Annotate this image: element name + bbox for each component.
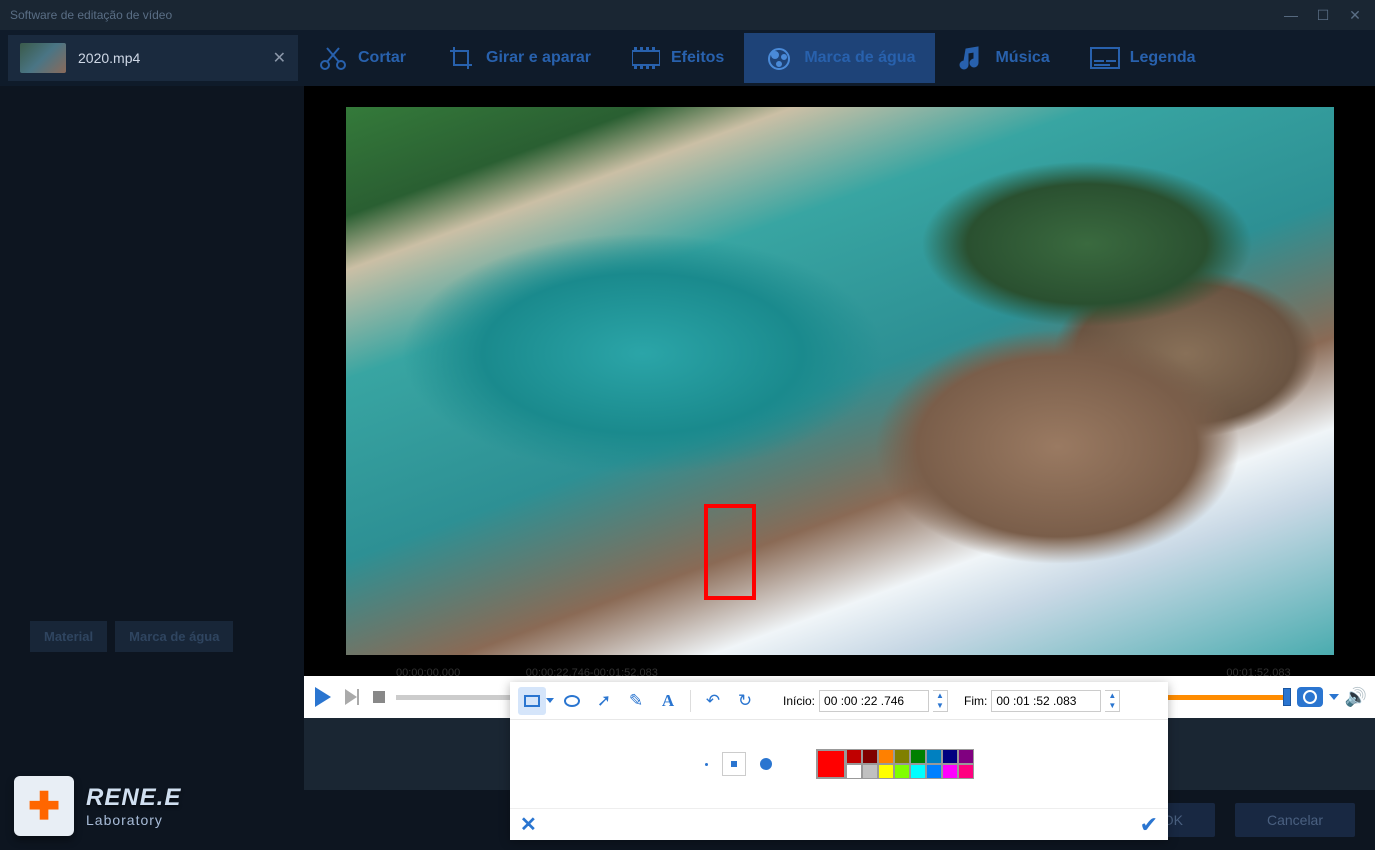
volume-icon[interactable]: 🔊 bbox=[1345, 687, 1367, 708]
tool-effects[interactable]: Efeitos bbox=[611, 33, 744, 83]
size-large[interactable] bbox=[760, 758, 772, 770]
start-time-input[interactable] bbox=[819, 690, 929, 712]
dropdown-icon[interactable] bbox=[546, 698, 554, 703]
maximize-icon[interactable]: ☐ bbox=[1313, 7, 1333, 24]
color-swatch[interactable] bbox=[894, 749, 910, 764]
tool-rotate[interactable]: Girar e aparar bbox=[426, 33, 611, 83]
color-swatch[interactable] bbox=[910, 764, 926, 779]
cancel-button[interactable]: Cancelar bbox=[1235, 803, 1355, 837]
color-swatch[interactable] bbox=[942, 764, 958, 779]
time-end: 00:01:52.083 bbox=[1226, 667, 1290, 679]
color-swatch[interactable] bbox=[942, 749, 958, 764]
minimize-icon[interactable]: — bbox=[1281, 7, 1301, 24]
tool-label: Marca de água bbox=[804, 49, 915, 67]
color-swatch[interactable] bbox=[910, 749, 926, 764]
file-close-icon[interactable]: ✕ bbox=[273, 48, 286, 68]
color-swatch[interactable] bbox=[894, 764, 910, 779]
start-up-icon[interactable]: ▲ bbox=[933, 691, 947, 701]
close-icon[interactable]: ✕ bbox=[1345, 7, 1365, 24]
size-preview[interactable] bbox=[722, 752, 746, 776]
start-down-icon[interactable]: ▼ bbox=[933, 701, 947, 711]
time-start: 00:00:00.000 bbox=[396, 667, 460, 679]
film-icon bbox=[631, 44, 661, 72]
watermark-icon bbox=[764, 44, 794, 72]
brand-name: RENE.E bbox=[86, 784, 181, 812]
editor-cancel-icon[interactable]: ✕ bbox=[520, 812, 537, 837]
redo-icon[interactable]: ↻ bbox=[731, 687, 759, 715]
rect-tool[interactable] bbox=[518, 687, 546, 715]
color-swatch[interactable] bbox=[846, 764, 862, 779]
tools-bar: Cortar Girar e aparar Efeitos Marca de á… bbox=[298, 30, 1375, 86]
stop-button[interactable] bbox=[368, 686, 390, 708]
color-swatch[interactable] bbox=[958, 749, 974, 764]
file-tab[interactable]: 2020.mp4 ✕ bbox=[8, 35, 298, 81]
tool-label: Efeitos bbox=[671, 49, 724, 67]
next-button[interactable] bbox=[340, 686, 362, 708]
text-tool[interactable]: A bbox=[654, 687, 682, 715]
crop-icon bbox=[446, 44, 476, 72]
title-bar: Software de editação de vídeo — ☐ ✕ bbox=[0, 0, 1375, 30]
end-up-icon[interactable]: ▲ bbox=[1105, 691, 1119, 701]
arrow-tool[interactable]: ➚ bbox=[590, 687, 618, 715]
tool-subtitle[interactable]: Legenda bbox=[1070, 33, 1216, 83]
color-swatch[interactable] bbox=[926, 749, 942, 764]
tool-label: Legenda bbox=[1130, 49, 1196, 67]
start-label: Início: bbox=[783, 694, 815, 708]
sidebar-tab-material[interactable]: Material bbox=[30, 621, 107, 652]
brand-sub: Laboratory bbox=[86, 812, 181, 828]
color-swatch[interactable] bbox=[926, 764, 942, 779]
tool-label: Música bbox=[995, 49, 1049, 67]
range-end-handle[interactable] bbox=[1283, 688, 1291, 706]
subtitle-icon bbox=[1090, 44, 1120, 72]
tool-label: Girar e aparar bbox=[486, 49, 591, 67]
editor-confirm-icon[interactable]: ✔ bbox=[1140, 812, 1158, 838]
watermark-editor: ➚ ✎ A ↶ ↻ Início: ▲▼ Fim: ▲▼ bbox=[510, 682, 1168, 840]
end-time-input[interactable] bbox=[991, 690, 1101, 712]
current-color[interactable] bbox=[816, 749, 846, 779]
video-preview[interactable] bbox=[304, 86, 1375, 676]
music-icon bbox=[955, 44, 985, 72]
top-bar: 2020.mp4 ✕ Cortar Girar e aparar Efeitos bbox=[0, 30, 1375, 86]
window-title: Software de editação de vídeo bbox=[10, 8, 172, 22]
watermark-selection-box[interactable] bbox=[704, 504, 756, 600]
tool-watermark[interactable]: Marca de água bbox=[744, 33, 935, 83]
color-swatch[interactable] bbox=[878, 764, 894, 779]
brand-logo: ✚ RENE.E Laboratory bbox=[0, 762, 304, 850]
end-label: Fim: bbox=[964, 694, 987, 708]
time-range: 00:00:22.746-00:01:52.083 bbox=[526, 667, 658, 679]
snapshot-icon[interactable] bbox=[1297, 687, 1323, 707]
tool-cut[interactable]: Cortar bbox=[298, 33, 426, 83]
end-down-icon[interactable]: ▼ bbox=[1105, 701, 1119, 711]
tool-label: Cortar bbox=[358, 49, 406, 67]
sidebar-tab-watermark[interactable]: Marca de água bbox=[115, 621, 233, 652]
play-button[interactable] bbox=[312, 686, 334, 708]
color-palette bbox=[816, 749, 974, 779]
undo-icon[interactable]: ↶ bbox=[699, 687, 727, 715]
file-thumbnail bbox=[20, 43, 66, 73]
color-swatch[interactable] bbox=[862, 764, 878, 779]
snapshot-dropdown-icon[interactable] bbox=[1329, 694, 1339, 700]
color-swatch[interactable] bbox=[878, 749, 894, 764]
color-swatch[interactable] bbox=[958, 764, 974, 779]
ellipse-tool[interactable] bbox=[558, 687, 586, 715]
color-swatch[interactable] bbox=[846, 749, 862, 764]
size-small[interactable] bbox=[705, 763, 708, 766]
color-swatch[interactable] bbox=[862, 749, 878, 764]
file-name: 2020.mp4 bbox=[78, 50, 261, 66]
logo-icon: ✚ bbox=[14, 776, 74, 836]
scissors-icon bbox=[318, 44, 348, 72]
sidebar: Material Marca de água ✚ RENE.E Laborato… bbox=[0, 86, 304, 850]
pen-tool[interactable]: ✎ bbox=[622, 687, 650, 715]
tool-music[interactable]: Música bbox=[935, 33, 1069, 83]
